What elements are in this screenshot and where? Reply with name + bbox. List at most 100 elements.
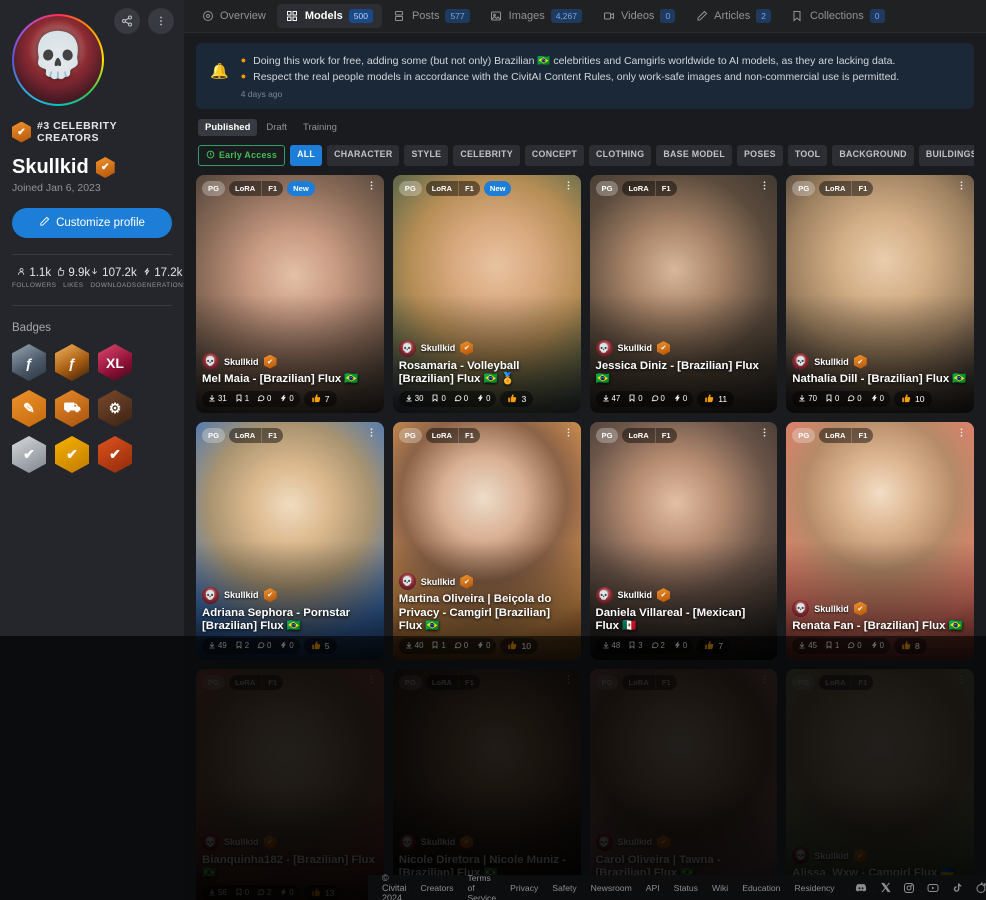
badge-verified-gold-icon[interactable]: ✔	[55, 436, 89, 473]
tab-overview[interactable]: Overview	[192, 5, 275, 28]
footer-link-newsroom[interactable]: Newsroom	[591, 883, 632, 893]
like-button[interactable]: 11	[697, 390, 735, 407]
tag-tool[interactable]: TOOL	[787, 144, 828, 166]
tag-early-access[interactable]: Early Access	[198, 144, 286, 166]
footer-link-safety[interactable]: Safety	[552, 883, 576, 893]
card-author[interactable]: 💀 Skullkid ✔	[202, 353, 378, 371]
like-button[interactable]: 10	[500, 637, 539, 654]
tab-videos[interactable]: Videos 0	[593, 4, 684, 28]
model-card[interactable]: PG LoRA F1 💀 Skullkid ✔ Adriana Sephora - Porn…	[196, 421, 384, 660]
card-author[interactable]: 💀 Skullkid ✔	[595, 833, 772, 851]
more-options-button[interactable]	[148, 8, 174, 34]
card-author[interactable]: 💀 Skullkid ✔	[398, 339, 575, 357]
card-author[interactable]: 💀 Skullkid ✔	[595, 339, 772, 357]
card-author[interactable]: 💀 Skullkid ✔	[792, 353, 968, 371]
like-button[interactable]: 13	[303, 884, 342, 900]
like-button[interactable]: 5	[303, 637, 337, 654]
badge-gear-icon[interactable]: ⚙	[98, 390, 132, 427]
card-menu-button[interactable]	[956, 180, 967, 194]
stat-comments: 0	[450, 393, 472, 405]
card-author[interactable]: 💀 Skullkid ✔	[398, 573, 575, 591]
model-card[interactable]: PG LoRA F1 💀 Skullkid ✔ Renata Fan - [Brazilia…	[786, 421, 974, 660]
card-author[interactable]: 💀 Skullkid ✔	[202, 586, 378, 604]
tag-character[interactable]: CHARACTER	[327, 144, 400, 166]
like-button[interactable]: 7	[697, 637, 730, 654]
tag-all[interactable]: ALL	[290, 144, 323, 166]
model-card[interactable]: PG LoRA F1 💀 Skullkid ✔ Nicole Diretora | Nico…	[392, 668, 581, 900]
tab-articles[interactable]: Articles 2	[686, 4, 780, 28]
tag-background[interactable]: BACKGROUND	[832, 144, 914, 166]
model-card[interactable]: PG LoRA F1 💀 Skullkid ✔ Carol Oliveira | Tawna…	[589, 668, 778, 900]
card-menu-button[interactable]	[956, 674, 967, 688]
subtab-draft[interactable]: Draft	[259, 119, 294, 136]
avatar[interactable]: 💀	[12, 14, 104, 106]
card-author[interactable]: 💀 Skullkid ✔	[792, 600, 968, 618]
footer-link-education[interactable]: Education	[742, 883, 780, 893]
card-menu-button[interactable]	[759, 674, 770, 688]
card-menu-button[interactable]	[563, 674, 574, 688]
tag-buildings[interactable]: BUILDINGS	[918, 144, 974, 166]
tab-models[interactable]: Models 500	[276, 4, 382, 28]
model-card[interactable]: PG LoRA F1 💀 Skullkid ✔ Bianquinha182 - [Brazi…	[196, 668, 384, 900]
model-title: Renata Fan - [Brazilian] Flux 🇧🇷	[792, 620, 963, 633]
tag-style[interactable]: STYLE	[404, 144, 449, 166]
card-author[interactable]: 💀 Skullkid ✔	[202, 833, 378, 851]
badge-verified-bronze-icon[interactable]: ✔	[98, 436, 132, 473]
customize-profile-button[interactable]: Customize profile	[12, 208, 172, 238]
tiktok-icon[interactable]	[951, 881, 964, 894]
tag-poses[interactable]: POSES	[737, 144, 783, 166]
x-icon[interactable]	[879, 881, 892, 894]
footer-link-residency[interactable]: Residency	[794, 883, 834, 893]
footer-link-wiki[interactable]: Wiki	[712, 883, 728, 893]
like-button[interactable]: 3	[500, 390, 534, 407]
tag-base-model[interactable]: BASE MODEL	[656, 144, 733, 166]
footer-link-creators[interactable]: Creators	[421, 883, 454, 893]
footer-link-terms-of-service[interactable]: Terms of Service	[467, 873, 496, 900]
badge-xl-icon[interactable]: XL	[98, 344, 132, 381]
tag-clothing[interactable]: CLOTHING	[589, 144, 652, 166]
model-card[interactable]: PG LoRA F1 💀 Skullkid ✔ Alissa_Wxw - Camgirl F…	[786, 668, 974, 900]
tab-collections[interactable]: Collections 0	[782, 4, 894, 28]
instagram-icon[interactable]	[903, 881, 916, 894]
card-menu-button[interactable]	[366, 674, 377, 688]
model-card[interactable]: PG LoRA F1 💀 Skullkid ✔ Nathalia Dill - [Brazi…	[786, 174, 974, 413]
footer-link-privacy[interactable]: Privacy	[510, 883, 538, 893]
share-button[interactable]	[114, 8, 140, 34]
model-card[interactable]: PG LoRA F1 New 💀 Skullkid ✔ Rosamaria - Volleyb…	[392, 174, 581, 413]
subtab-published[interactable]: Published	[198, 118, 258, 136]
tab-posts[interactable]: Posts 577	[384, 4, 479, 28]
badge-car-icon[interactable]: ⛟	[55, 390, 89, 427]
footer-link-api[interactable]: API	[646, 883, 660, 893]
tag-concept[interactable]: CONCEPT	[524, 144, 585, 166]
tab-images[interactable]: Images 4,267	[481, 4, 591, 28]
model-card[interactable]: PG LoRA F1 💀 Skullkid ✔ Jessica Diniz - [Brazi…	[589, 174, 778, 413]
card-menu-button[interactable]	[366, 427, 377, 441]
badge-verified-silver-icon[interactable]: ✔	[12, 436, 46, 473]
reddit-icon[interactable]	[975, 881, 986, 894]
card-menu-button[interactable]	[563, 180, 574, 194]
model-card[interactable]: PG LoRA F1 New 💀 Skullkid ✔ Mel Maia - [Brazili…	[196, 174, 384, 413]
badge-flux-ice-icon[interactable]: ƒ	[12, 344, 46, 381]
like-button[interactable]: 8	[893, 637, 927, 654]
card-author[interactable]: 💀 Skullkid ✔	[398, 833, 575, 851]
card-menu-button[interactable]	[563, 427, 574, 441]
badge-flux-gold-icon[interactable]: ƒ	[55, 344, 89, 381]
card-menu-button[interactable]	[759, 180, 770, 194]
card-menu-button[interactable]	[366, 180, 377, 194]
card-author[interactable]: 💀 Skullkid ✔	[595, 586, 772, 604]
card-menu-button[interactable]	[759, 427, 770, 441]
tag-celebrity[interactable]: CELEBRITY	[453, 144, 520, 166]
like-button[interactable]: 7	[303, 390, 337, 407]
discord-icon[interactable]	[855, 881, 868, 894]
footer-link-status[interactable]: Status	[674, 883, 698, 893]
bookmark-icon	[235, 641, 243, 651]
badge-pencil-icon[interactable]: ✎	[12, 390, 46, 427]
subtab-training[interactable]: Training	[296, 119, 344, 136]
card-author[interactable]: 💀 Skullkid ✔	[792, 847, 968, 865]
youtube-icon[interactable]	[927, 881, 940, 894]
card-menu-button[interactable]	[956, 427, 967, 441]
like-button[interactable]: 10	[893, 390, 932, 407]
model-card[interactable]: PG LoRA F1 💀 Skullkid ✔ Martina Oliveira | Bei…	[392, 421, 581, 660]
model-card[interactable]: PG LoRA F1 💀 Skullkid ✔ Daniela Villareal - [M…	[589, 421, 778, 660]
stat-likes: 9.9k LIKES	[56, 267, 90, 289]
